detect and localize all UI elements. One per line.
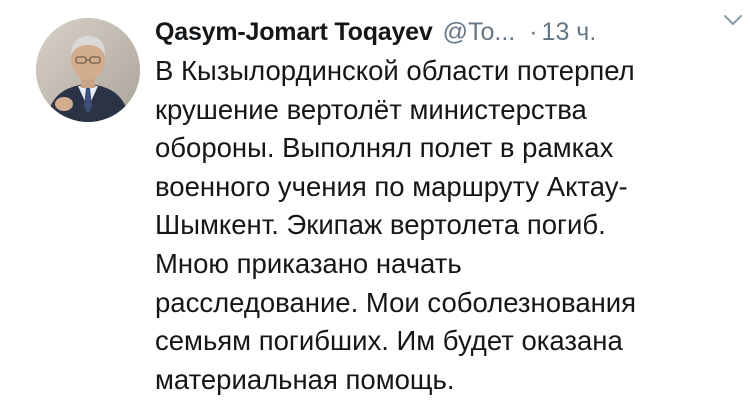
tweet-text-line: В Кызылординской области потерпел — [155, 55, 635, 86]
tweet-text-line: военного учения по маршруту Актау- — [155, 170, 628, 202]
author-name[interactable]: Qasym-Jomart Toqayev — [155, 18, 433, 47]
tweet-text-line: расследование. Мои соболезнования — [155, 286, 637, 318]
tweet-text-line: Мною приказано начать — [155, 247, 462, 279]
tweet-text: В Кызылординской области потерпел крушен… — [155, 52, 725, 399]
avatar-photo — [36, 18, 140, 122]
tweet-text-line: материальная помощь. — [155, 363, 455, 395]
chevron-down-icon[interactable] — [722, 12, 744, 28]
tweet-timestamp[interactable]: 13 ч. — [542, 18, 597, 47]
tweet-text-line: обороны. Выполнял полет в рамках — [155, 132, 614, 164]
tweet-text-line: Шымкент. Экипаж вертолета погиб. — [155, 209, 606, 241]
tweet-text-line: семьям погибших. Им будет оказана — [155, 325, 623, 357]
author-handle[interactable]: @To... — [443, 18, 516, 47]
tweet: Qasym-Jomart Toqayev @To... · 13 ч. В Кы… — [0, 0, 750, 404]
tweet-header: Qasym-Jomart Toqayev @To... · 13 ч. — [155, 12, 720, 52]
author-avatar[interactable] — [36, 18, 140, 122]
separator-dot: · — [529, 17, 538, 46]
tweet-text-line: крушение вертолёт министерства — [155, 93, 587, 125]
